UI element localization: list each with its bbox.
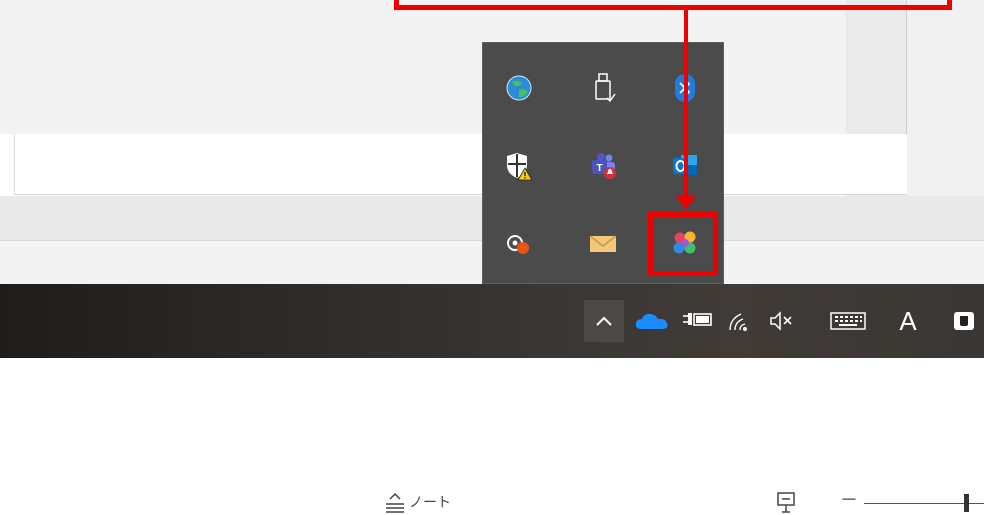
power-plug-icon <box>683 313 712 326</box>
mail-icon <box>589 235 617 252</box>
presenter-view-icon[interactable] <box>776 491 796 513</box>
annotation-callout-box <box>394 0 952 10</box>
feedback-tray-button[interactable] <box>499 224 539 264</box>
annotation-highlight-box <box>648 212 718 276</box>
app-tray-button[interactable] <box>944 300 984 342</box>
wifi-tray-button[interactable] <box>720 300 760 342</box>
feedback-hub-icon <box>507 235 529 254</box>
svg-text:T: T <box>596 163 602 174</box>
app-side-pane <box>906 0 984 200</box>
teams-icon: T <box>592 153 616 179</box>
chevron-up-icon <box>596 316 612 326</box>
keyboard-icon <box>830 312 866 330</box>
app-icon <box>954 312 974 330</box>
network-globe-tray-button[interactable] <box>499 68 539 108</box>
notes-label: ノート <box>409 495 451 511</box>
annotation-arrowhead <box>676 196 696 210</box>
mail-tray-button[interactable] <box>583 224 623 264</box>
teams-tray-button[interactable]: T <box>583 146 623 186</box>
zoom-slider-thumb[interactable] <box>964 494 969 512</box>
volume-muted-icon <box>770 311 792 331</box>
ime-mode-button[interactable]: A <box>888 300 928 342</box>
security-tray-button[interactable] <box>499 146 539 186</box>
show-hidden-icons-button[interactable] <box>584 300 624 342</box>
notes-icon <box>386 492 404 513</box>
notes-button[interactable]: ノート <box>384 489 451 515</box>
usb-eject-tray-button[interactable] <box>583 68 623 108</box>
security-shield-icon <box>507 153 533 181</box>
onedrive-tray-button[interactable] <box>630 300 674 342</box>
volume-tray-button[interactable] <box>762 300 802 342</box>
slide-area <box>14 134 907 195</box>
network-globe-icon <box>506 75 532 101</box>
power-tray-button[interactable] <box>676 300 718 342</box>
usb-eject-icon <box>595 73 616 103</box>
zoom-out-button[interactable]: － <box>840 489 858 513</box>
annotation-arrow-line <box>684 10 688 206</box>
wifi-icon <box>729 313 747 331</box>
onedrive-icon <box>635 313 668 329</box>
touch-keyboard-button[interactable] <box>818 300 878 342</box>
